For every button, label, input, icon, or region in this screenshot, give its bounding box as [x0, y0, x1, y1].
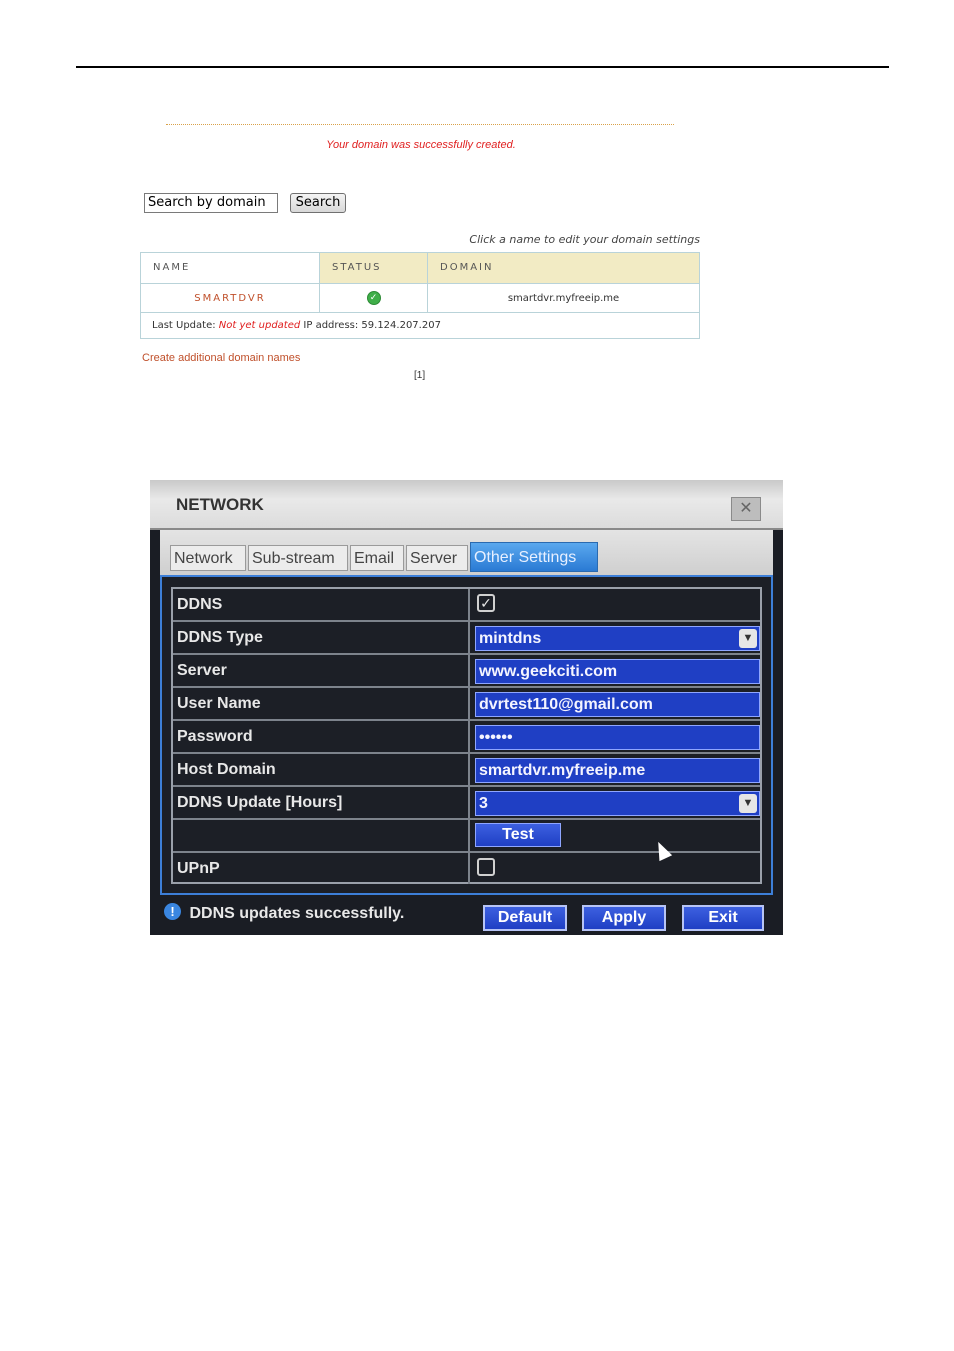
- row-ddns-update: DDNS Update [Hours] 3 ▼: [173, 787, 760, 820]
- tab-other-settings[interactable]: Other Settings: [470, 542, 598, 572]
- search-input[interactable]: Search by domain: [144, 193, 278, 213]
- header-domain: DOMAIN: [428, 253, 699, 283]
- settings-grid: DDNS ✓ DDNS Type mintdns ▼ Server www.ge…: [171, 587, 762, 884]
- pager[interactable]: [1]: [414, 370, 425, 381]
- row-upnp: UPnP: [173, 853, 760, 886]
- status-cell: ✓: [320, 284, 428, 313]
- success-message: Your domain was successfully created.: [326, 139, 516, 151]
- upnp-checkbox[interactable]: [477, 858, 495, 876]
- chevron-down-icon[interactable]: ▼: [739, 794, 757, 813]
- row-ddns-type: DDNS Type mintdns ▼: [173, 622, 760, 655]
- table-footer: Last Update: Not yet updated IP address:…: [141, 312, 699, 338]
- password-label: Password: [173, 721, 470, 752]
- upnp-label: UPnP: [173, 853, 470, 884]
- apply-button[interactable]: Apply: [582, 905, 666, 931]
- ddns-update-label: DDNS Update [Hours]: [173, 787, 470, 818]
- user-name-field[interactable]: dvrtest110@gmail.com: [475, 692, 760, 717]
- tab-network[interactable]: Network: [170, 545, 246, 571]
- dialog-titlebar: NETWORK ✕: [150, 480, 783, 530]
- row-test: Test: [173, 820, 760, 853]
- row-password: Password ••••••: [173, 721, 760, 754]
- ddns-update-value: 3: [479, 795, 488, 812]
- ddns-type-value: mintdns: [479, 630, 542, 647]
- dialog-title: NETWORK: [176, 495, 264, 514]
- row-user-name: User Name dvrtest110@gmail.com: [173, 688, 760, 721]
- exit-button[interactable]: Exit: [682, 905, 764, 931]
- check-circle-icon: ✓: [366, 291, 381, 305]
- ddns-update-select[interactable]: 3 ▼: [475, 791, 760, 816]
- test-button[interactable]: Test: [475, 823, 561, 847]
- user-name-label: User Name: [173, 688, 470, 719]
- settings-panel: DDNS ✓ DDNS Type mintdns ▼ Server www.ge…: [160, 575, 773, 895]
- status-bar: ! DDNS updates successfully.: [164, 903, 404, 925]
- dotted-divider: [166, 124, 674, 125]
- chevron-down-icon[interactable]: ▼: [739, 629, 757, 648]
- header-name: NAME: [141, 253, 320, 283]
- info-icon: !: [164, 903, 181, 920]
- host-domain-field[interactable]: smartdvr.myfreeip.me: [475, 758, 760, 783]
- close-icon[interactable]: ✕: [731, 497, 761, 521]
- tab-bar: Network Sub-stream Email Server Other Se…: [160, 530, 773, 575]
- domain-table: NAME STATUS DOMAIN SMARTDVR ✓ smartdvr.m…: [140, 252, 700, 339]
- tab-email[interactable]: Email: [350, 545, 404, 571]
- dvr-network-screenshot: NETWORK ✕ Network Sub-stream Email Serve…: [150, 480, 783, 935]
- tab-sub-stream[interactable]: Sub-stream: [248, 545, 348, 571]
- status-message: DDNS updates successfully.: [189, 905, 405, 922]
- domain-web-screenshot: Your domain was successfully created. Se…: [140, 115, 702, 390]
- domain-name-link[interactable]: SMARTDVR: [141, 284, 320, 313]
- empty-label: [173, 820, 470, 851]
- ddns-type-select[interactable]: mintdns ▼: [475, 626, 760, 651]
- domain-cell: smartdvr.myfreeip.me: [507, 293, 620, 304]
- server-field[interactable]: www.geekciti.com: [475, 659, 760, 684]
- last-update-label: Last Update:: [152, 320, 216, 331]
- search-button[interactable]: Search: [290, 193, 346, 213]
- table-header: NAME STATUS DOMAIN: [141, 253, 699, 283]
- server-label: Server: [173, 655, 470, 686]
- ip-address-text: IP address: 59.124.207.207: [303, 320, 441, 331]
- host-domain-label: Host Domain: [173, 754, 470, 785]
- create-domain-link[interactable]: Create additional domain names: [142, 352, 300, 364]
- tab-server[interactable]: Server: [406, 545, 468, 571]
- header-status: STATUS: [320, 253, 428, 283]
- ddns-label: DDNS: [173, 589, 470, 620]
- ddns-type-label: DDNS Type: [173, 622, 470, 653]
- row-host-domain: Host Domain smartdvr.myfreeip.me: [173, 754, 760, 787]
- password-field[interactable]: ••••••: [475, 725, 760, 750]
- row-ddns: DDNS ✓: [173, 589, 760, 622]
- ddns-checkbox[interactable]: ✓: [477, 594, 495, 612]
- edit-hint: Click a name to edit your domain setting…: [469, 233, 700, 246]
- last-update-value: Not yet updated: [218, 320, 301, 331]
- page-top-rule: [76, 66, 889, 68]
- table-row: SMARTDVR ✓ smartdvr.myfreeip.me: [141, 283, 699, 313]
- default-button[interactable]: Default: [483, 905, 567, 931]
- row-server: Server www.geekciti.com: [173, 655, 760, 688]
